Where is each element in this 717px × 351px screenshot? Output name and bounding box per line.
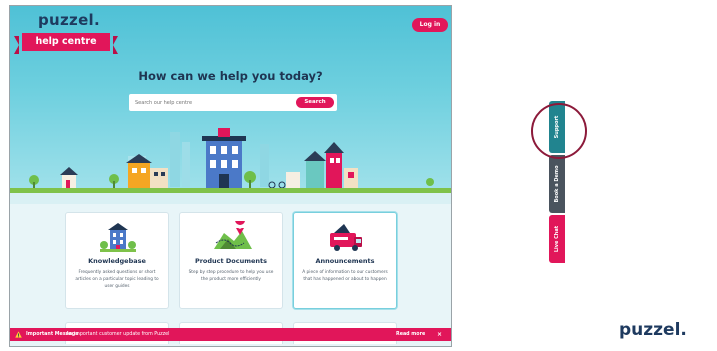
help-centre-screenshot: puzzel. help centre Log in How can we he… [9,5,452,347]
highlight-circle [531,103,587,159]
search-bar: Search [129,94,337,111]
live-chat-tab-label: Live Chat [554,225,560,253]
card-description: A piece of information to our customers … [302,270,388,282]
live-chat-tab[interactable]: Live Chat [549,215,565,263]
building-icon [100,223,136,252]
card-knowledgebase[interactable]: Knowledgebase Frequently asked questions… [65,212,169,309]
slide: puzzel. help centre Log in How can we he… [0,0,717,351]
card-title: Knowledgebase [88,257,146,265]
warning-icon [15,331,22,338]
book-demo-tab-label: Book a Demo [554,165,560,203]
logo-ribbon: help centre [14,33,118,54]
important-message-bar: Important Message An important customer … [10,328,451,341]
login-button[interactable]: Log in [412,18,448,32]
van-icon [330,224,362,251]
card-product-documents[interactable]: Product Documents Step by step procedure… [179,212,283,309]
help-centre-logo[interactable]: puzzel. help centre [14,10,118,54]
city-skyline-illustration [10,128,451,204]
map-pin-icon [214,221,252,249]
hero-section: puzzel. help centre Log in How can we he… [10,6,451,204]
search-button[interactable]: Search [296,97,334,108]
book-demo-tab[interactable]: Book a Demo [549,155,565,213]
category-cards: Knowledgebase Frequently asked questions… [10,198,451,346]
card-title: Announcements [315,257,375,265]
card-description: Frequently asked questions or short arti… [75,270,159,289]
card-description: Step by step procedure to help you use t… [188,270,274,282]
search-button-label: Search [304,99,326,105]
search-input[interactable] [135,94,285,111]
hero-title: How can we help you today? [138,69,323,83]
login-button-label: Log in [419,21,441,28]
brand-logo: puzzel. [619,320,687,340]
read-more-link[interactable]: Read more [396,328,425,341]
logo-wordmark: puzzel. [38,11,100,29]
alert-message: An important customer update from Puzzel [66,332,170,337]
close-icon[interactable]: × [437,328,442,341]
card-title: Product Documents [194,257,268,265]
card-announcements[interactable]: Announcements A piece of information to … [293,212,397,309]
